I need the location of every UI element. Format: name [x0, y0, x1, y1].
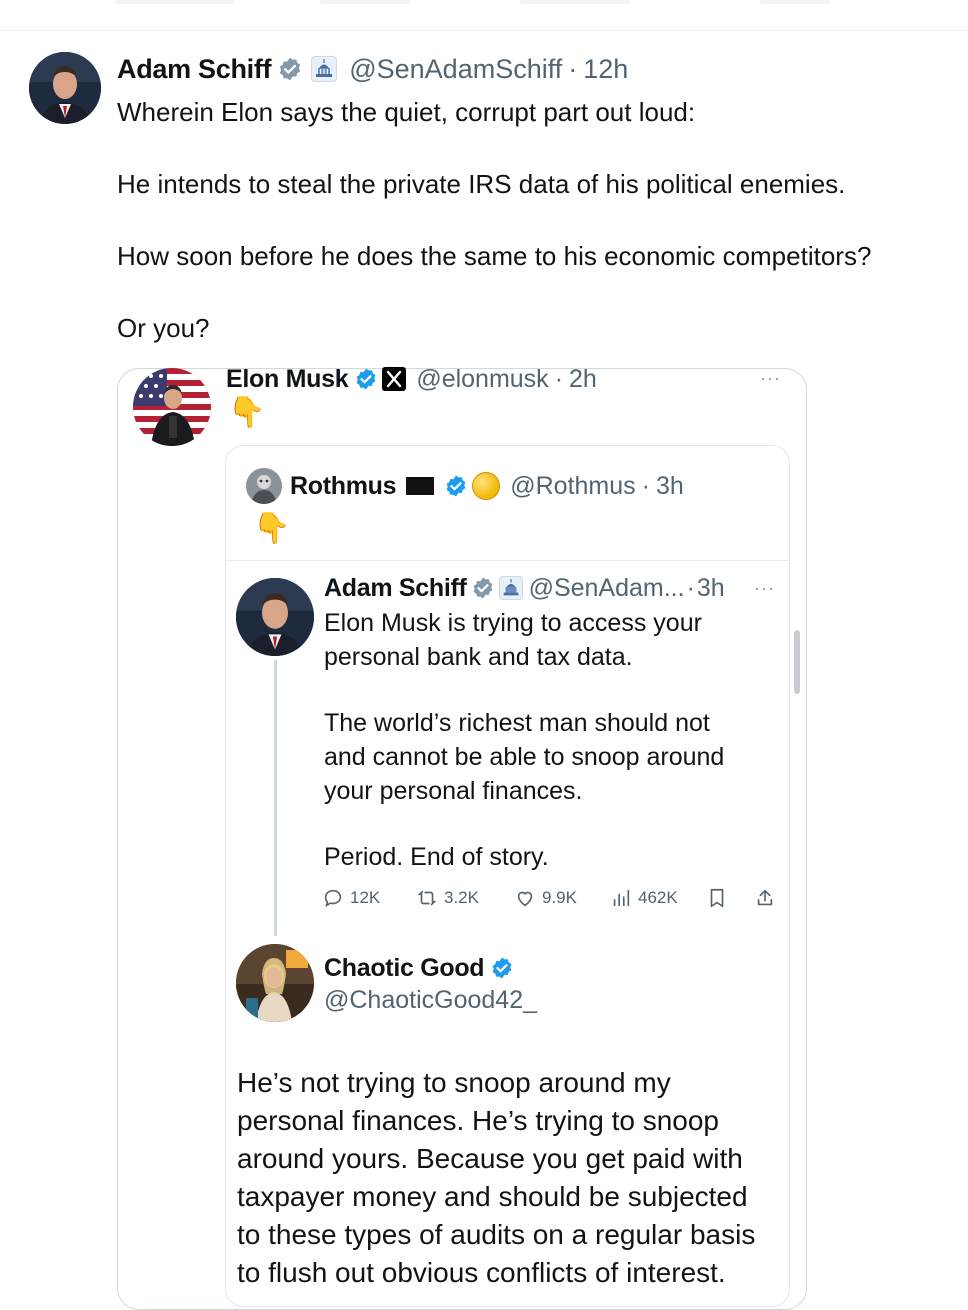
inner-tweet-text-line: your personal finances.	[324, 777, 583, 805]
ghost-bar	[520, 0, 630, 4]
inner-author-avatar[interactable]	[236, 578, 314, 656]
repost-button[interactable]: 3.2K	[416, 884, 479, 912]
inner-timestamp[interactable]: 3h	[697, 574, 725, 603]
reply-author-handle[interactable]: @ChaoticGood42_	[324, 984, 537, 1016]
x-logo-icon	[382, 367, 407, 391]
reply-tweet-header: Chaotic Good	[324, 952, 514, 984]
verified-blue-badge-icon	[490, 956, 514, 980]
ghost-bar	[320, 0, 410, 4]
nested-author-avatar[interactable]	[246, 468, 282, 504]
reply-button[interactable]: 12K	[322, 884, 380, 912]
separator: ·	[554, 364, 564, 393]
views-count: 462K	[638, 888, 678, 907]
repost-count: 3.2K	[444, 888, 479, 907]
separator: ·	[686, 573, 695, 602]
thread-connector-line	[274, 660, 277, 936]
verified-blue-badge-icon	[354, 367, 378, 391]
quoted-tweet-header: Elon Musk @elonmusk · 2h	[226, 362, 597, 396]
verified-gray-badge-icon	[277, 56, 303, 82]
separator: ·	[641, 471, 650, 500]
inner-tweet-text-line: and cannot be able to snoop around	[324, 743, 725, 771]
scrollbar[interactable]	[794, 630, 800, 694]
reply-text-line: taxpayer money and should be subjected	[237, 1181, 748, 1212]
nested-author-name[interactable]: Rothmus	[290, 472, 397, 501]
author-avatar[interactable]	[29, 52, 101, 124]
pointing-down-emoji: 👇	[228, 396, 266, 429]
verified-gray-badge-icon	[471, 576, 495, 600]
views-button[interactable]: 462K	[610, 884, 678, 912]
inner-tweet-header: Adam Schiff @SenAdam... · 3h	[324, 572, 725, 604]
repost-icon	[417, 890, 437, 906]
quoted-author-handle[interactable]: @elonmusk	[416, 365, 548, 394]
like-button[interactable]: 9.9K	[514, 884, 577, 912]
inner-tweet-text-line: The world’s richest man should not	[324, 709, 710, 737]
tweet-text-line: How soon before he does the same to his …	[117, 241, 872, 271]
bookmark-button[interactable]	[706, 884, 734, 912]
share-icon	[757, 889, 773, 906]
inner-author-handle[interactable]: @SenAdam...	[529, 574, 685, 603]
author-name[interactable]: Adam Schiff	[117, 54, 272, 85]
inner-tweet-text-line: Period. End of story.	[324, 843, 549, 871]
author-handle[interactable]: @SenAdamSchiff	[349, 54, 562, 85]
reply-author-name[interactable]: Chaotic Good	[324, 954, 485, 983]
nested-tweet-header: Rothmus @Rothmus · 3h	[290, 470, 684, 502]
more-options-icon[interactable]: ···	[760, 368, 781, 389]
ghost-bar	[115, 0, 235, 4]
timestamp[interactable]: 12h	[583, 54, 628, 85]
reply-text-line: to flush out obvious conflicts of intere…	[237, 1257, 726, 1288]
reply-author-avatar[interactable]	[236, 944, 314, 1022]
verified-blue-badge-icon	[444, 474, 468, 498]
reply-icon	[324, 889, 342, 908]
tweet-text-line: Or you?	[117, 313, 210, 343]
black-flag-icon	[406, 477, 435, 495]
reply-text-line: to these types of audits on a regular ba…	[237, 1219, 756, 1250]
inner-tweet-text-line: personal bank and tax data.	[324, 643, 633, 671]
nested-author-handle[interactable]: @Rothmus	[510, 472, 635, 501]
gold-coin-icon	[472, 472, 501, 500]
reply-count: 12K	[350, 888, 381, 907]
tweet-header: Adam Schiff @SenAdamSchiff · 12h	[117, 52, 628, 86]
quoted-author-name[interactable]: Elon Musk	[226, 365, 349, 394]
reply-text-line: He’s not trying to snoop around my	[237, 1067, 671, 1098]
like-icon	[517, 891, 533, 907]
pointing-down-emoji: 👇	[253, 512, 291, 545]
views-icon	[613, 889, 630, 907]
more-options-icon[interactable]: ···	[754, 578, 775, 599]
like-count: 9.9K	[542, 888, 577, 907]
capitol-flag-icon	[498, 576, 523, 600]
previous-tweet-edge	[0, 0, 968, 31]
tweet-text-line: Wherein Elon says the quiet, corrupt par…	[117, 97, 696, 127]
separator: ·	[568, 53, 578, 84]
quoted-timestamp[interactable]: 2h	[569, 365, 597, 394]
inner-tweet-text-line: Elon Musk is trying to access your	[324, 609, 702, 637]
quoted-author-avatar[interactable]	[133, 368, 211, 446]
bookmark-icon	[710, 888, 724, 908]
reply-text-line: around yours. Because you get paid with	[237, 1143, 743, 1174]
inner-author-name[interactable]: Adam Schiff	[324, 574, 467, 603]
nested-timestamp[interactable]: 3h	[656, 472, 684, 501]
reply-text-line: personal finances. He’s trying to snoop	[237, 1105, 719, 1136]
ghost-bar	[760, 0, 830, 4]
tweet-text-line: He intends to steal the private IRS data…	[117, 169, 846, 199]
capitol-flag-icon	[311, 56, 338, 82]
tweet-actions-bar: 12K 3.2K 9.9K 462K	[322, 884, 782, 912]
share-button[interactable]	[754, 884, 782, 912]
divider	[225, 560, 790, 561]
